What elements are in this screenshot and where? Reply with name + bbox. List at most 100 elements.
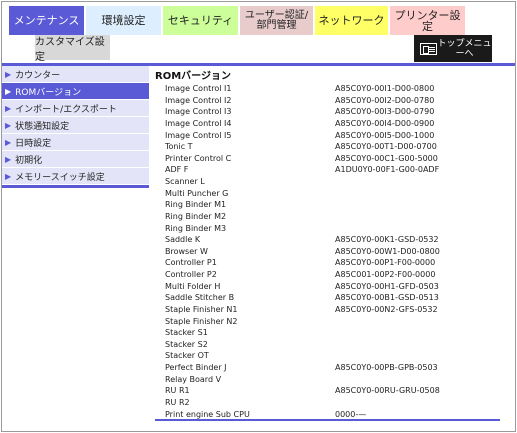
arrow-right-icon: ▶: [5, 137, 12, 147]
list-item: Multi Puncher G: [165, 188, 495, 200]
rom-component-name: Printer Control C: [165, 153, 232, 163]
sidebar-item[interactable]: ▶ 日時設定: [2, 134, 149, 151]
rom-component-name: Tonic T: [165, 142, 193, 152]
list-item: Staple Finisher N2: [165, 316, 495, 328]
rom-version-value: A85C0Y0-00I3-D00-0790: [335, 107, 435, 117]
rom-version-value: A85C0Y0-00H1-GFD-0503: [335, 281, 439, 291]
rom-version-value: [335, 397, 495, 409]
tab-security[interactable]: セキュリティ: [163, 6, 239, 35]
list-item: Image Control I4 A85C0Y0-00I4-D00-0900: [165, 118, 495, 130]
rom-version-list: Image Control I1 A85C0Y0-00I1-D00-0800 Ima…: [165, 83, 495, 420]
sidebar-item[interactable]: ▶ カウンター: [2, 66, 149, 83]
sidebar-item[interactable]: ▶ インポート/エクスポート: [2, 100, 149, 117]
rom-version-value: [335, 339, 495, 351]
tab-user-auth[interactable]: ユーザー認証/部門管理: [240, 6, 314, 35]
rom-version-value: [335, 223, 495, 235]
rom-component-name: Browser W: [165, 246, 208, 256]
rom-component-name: ADF F: [165, 165, 189, 175]
rom-component-name: Saddle K: [165, 235, 201, 245]
rom-version-value: A85C0Y0-00T1-D00-0700: [335, 142, 437, 152]
rom-version-value: [335, 316, 495, 328]
rom-version-value: A85C0Y0-00I2-D00-0780: [335, 95, 435, 105]
sidebar-item-label: 日時設定: [15, 138, 52, 149]
rom-version-value: A85C0Y0-00C1-G00-5000: [335, 153, 438, 163]
rom-version-value: [335, 327, 495, 339]
rom-component-name: Staple Finisher N1: [165, 304, 238, 314]
top-menu-label: トップメニューへ: [437, 38, 492, 59]
rom-component-name: Staple Finisher N2: [165, 316, 238, 326]
rom-component-name: Ring Binder M2: [165, 211, 227, 221]
list-item: ADF F A1DU0Y0-00F1-G00-0ADF: [165, 164, 495, 176]
content-bottom-border: [155, 419, 500, 421]
sidebar-item-label: 初期化: [15, 155, 43, 166]
list-item: Scanner L: [165, 176, 495, 188]
rom-component-name: Relay Board V: [165, 374, 222, 384]
list-item: Ring Binder M1: [165, 199, 495, 211]
rom-component-name: Scanner L: [165, 177, 205, 186]
list-item: Browser W A85C0Y0-00W1-D00-0800: [165, 246, 495, 258]
rom-component-name: Image Control I5: [165, 130, 232, 140]
sidebar: ▶ カウンター ▶ ROMバージョン ▶ インポート/エクスポート ▶ 状態通知設定 ▶ 日時設定…: [2, 66, 149, 188]
rom-version-value: A85C001-00P2-F00-0000: [335, 270, 436, 279]
rom-component-name: Ring Binder M3: [165, 223, 227, 233]
list-item: Image Control I1 A85C0Y0-00I1-D00-0800: [165, 83, 495, 95]
list-item: Tonic T A85C0Y0-00T1-D00-0700: [165, 141, 495, 153]
sidebar-item[interactable]: ▶ 状態通知設定: [2, 117, 149, 134]
tab-environment-settings[interactable]: 環境設定: [86, 6, 162, 35]
list-item: Controller P1 A85C0Y0-00P1-F00-0000: [165, 257, 495, 269]
arrow-right-icon: ▶: [5, 120, 12, 130]
sidebar-item[interactable]: ▶ メモリースイッチ設定: [2, 168, 149, 185]
list-item: Saddle Stitcher B A85C0Y0-00B1-GSD-0513: [165, 292, 495, 304]
tab-maintenance[interactable]: メンテナンス: [9, 6, 85, 35]
rom-version-value: A85C0Y0-00N2-GFS-0532: [335, 304, 438, 314]
list-item: Controller P2 A85C001-00P2-F00-0000: [165, 269, 495, 281]
sidebar-item[interactable]: ▶ 初期化: [2, 151, 149, 168]
arrow-right-icon: ▶: [5, 171, 12, 181]
rom-version-value: [335, 199, 495, 211]
rom-version-value: A85C0Y0-00PB-GPB-0503: [335, 363, 438, 372]
tab-printer-settings[interactable]: プリンター設定: [390, 6, 466, 35]
rom-version-value: [335, 374, 495, 386]
list-item: Ring Binder M3: [165, 223, 495, 235]
arrow-right-icon: ▶: [5, 154, 12, 164]
rom-component-name: Image Control I2: [165, 95, 232, 105]
rom-component-name: Controller P2: [165, 270, 217, 279]
page-title: ROMバージョン: [155, 71, 231, 82]
rom-version-value: [335, 211, 495, 223]
rom-component-name: Stacker OT: [165, 351, 209, 361]
sidebar-item-label: メモリースイッチ設定: [15, 172, 105, 183]
list-item: Saddle K A85C0Y0-00K1-GSD-0532: [165, 234, 495, 246]
list-item: Image Control I3 A85C0Y0-00I3-D00-0790: [165, 106, 495, 118]
rom-component-name: Image Control I4: [165, 118, 232, 128]
tab-network[interactable]: ネットワーク: [315, 6, 389, 35]
rom-component-name: Stacker S1: [165, 328, 208, 338]
list-item: Stacker OT: [165, 350, 495, 362]
sidebar-bottom-border: [2, 185, 149, 188]
rom-version-value: A85C0Y0-00P1-F00-0000: [335, 258, 436, 268]
rom-version-value: A85C0Y0-00W1-D00-0800: [335, 246, 440, 256]
sidebar-item-label: インポート/エクスポート: [15, 104, 117, 115]
rom-component-name: Image Control I3: [165, 107, 232, 117]
rom-component-name: Multi Folder H: [165, 281, 221, 291]
list-item: RU R1 A85C0Y0-00RU-GRU-0508: [165, 385, 495, 397]
rom-component-name: Ring Binder M1: [165, 200, 227, 210]
rom-version-value: A85C0Y0-00RU-GRU-0508: [335, 386, 440, 396]
top-menu-icon: [420, 42, 437, 55]
list-item: Perfect Binder J A85C0Y0-00PB-GPB-0503: [165, 362, 495, 374]
rom-version-value: A85C0Y0-00K1-GSD-0532: [335, 235, 439, 245]
rom-component-name: Saddle Stitcher B: [165, 293, 235, 303]
rom-version-value: A85C0Y0-00B1-GSD-0513: [335, 293, 439, 303]
rom-component-name: RU R1: [165, 386, 190, 396]
top-menu-button[interactable]: トップメニューへ: [414, 35, 492, 62]
rom-version-value: [335, 350, 495, 362]
rom-version-value: [335, 176, 495, 188]
rom-component-name: Stacker S2: [165, 339, 208, 349]
arrow-right-icon: ▶: [5, 103, 12, 113]
tab-customize-settings[interactable]: カスタマイズ設定: [35, 35, 110, 63]
rom-component-name: Multi Puncher G: [165, 188, 229, 198]
sidebar-item-label: ROMバージョン: [15, 87, 82, 98]
sidebar-item[interactable]: ▶ ROMバージョン: [2, 83, 149, 100]
list-item: Stacker S1: [165, 327, 495, 339]
rom-version-value: A85C0Y0-00I1-D00-0800: [335, 84, 435, 93]
rom-component-name: Controller P1: [165, 258, 217, 268]
